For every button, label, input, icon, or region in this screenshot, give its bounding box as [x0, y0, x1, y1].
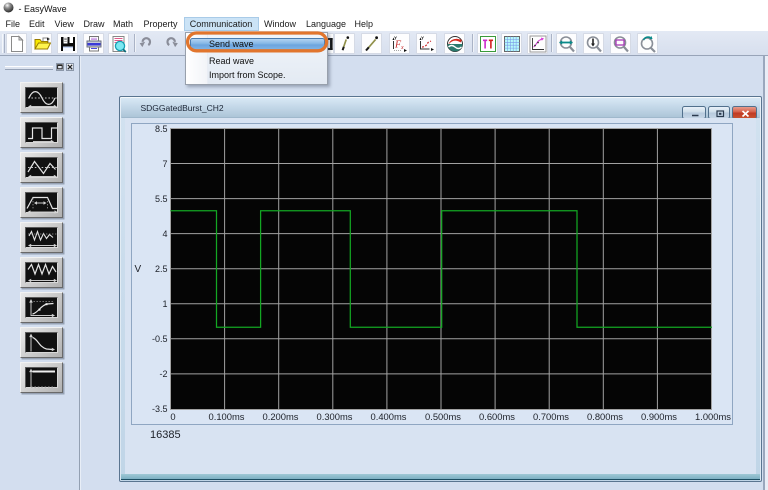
svg-text:Y: Y — [421, 36, 424, 41]
svg-text:x: x — [400, 45, 404, 51]
